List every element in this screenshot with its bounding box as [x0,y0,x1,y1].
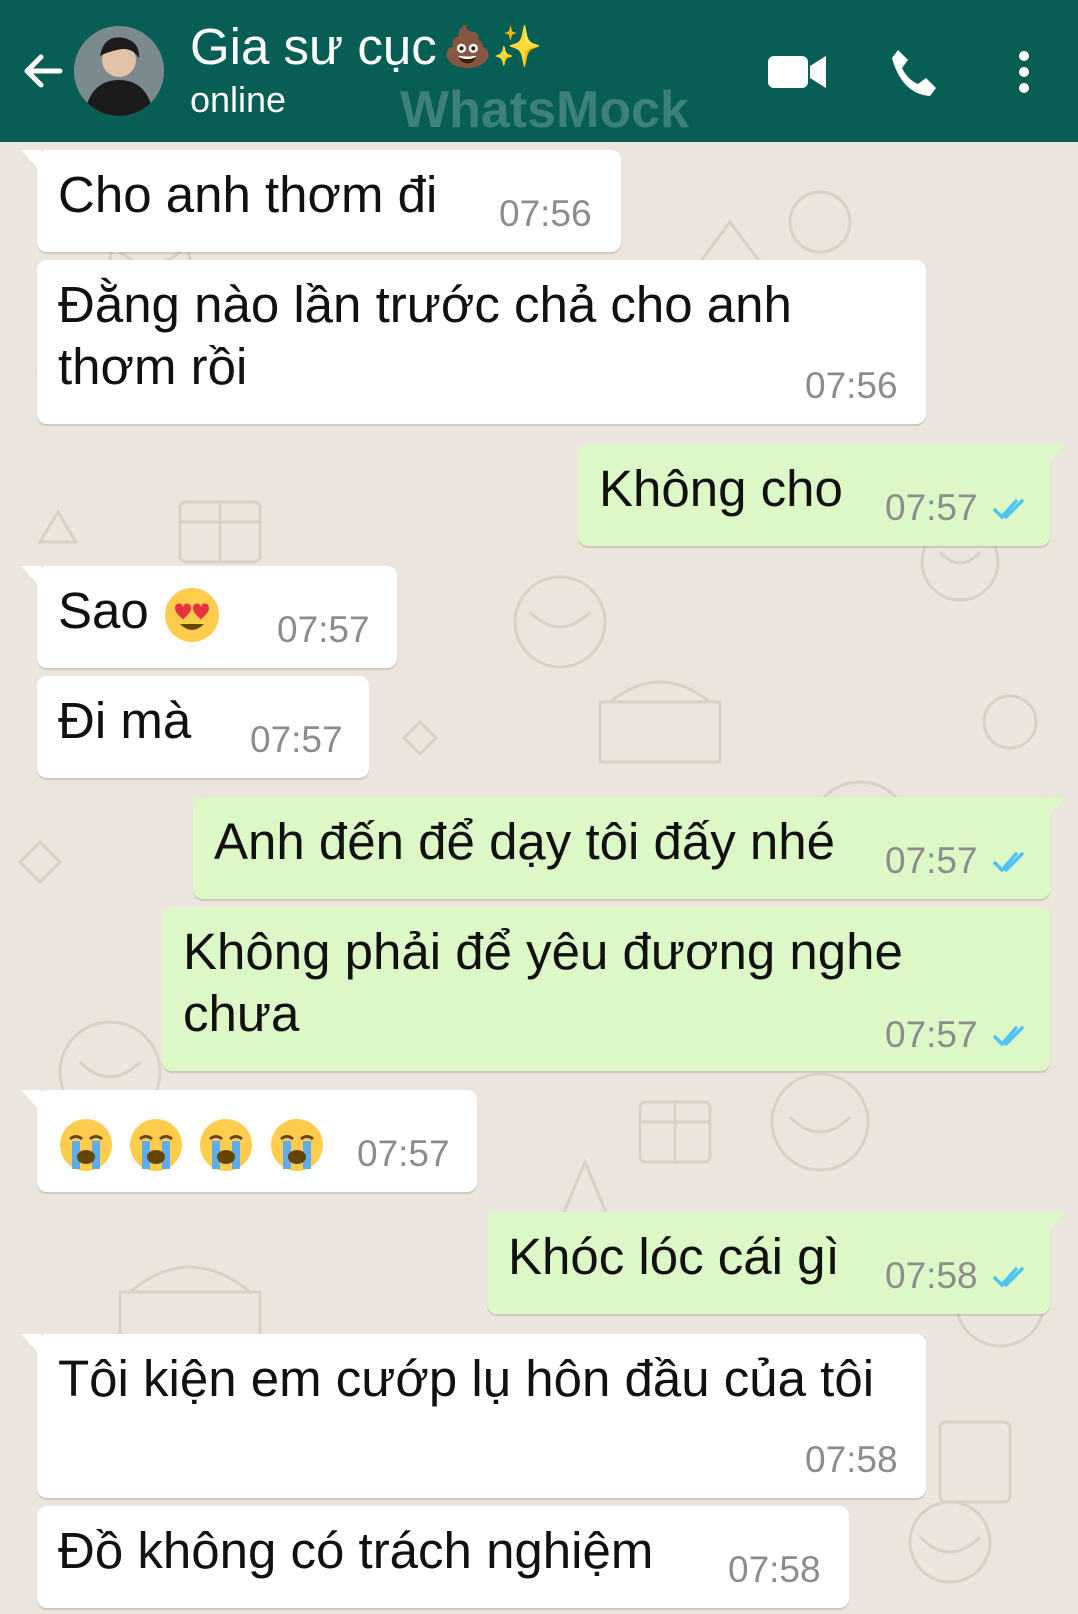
message-time: 07:58 [885,1255,978,1296]
read-ticks-icon [993,1026,1024,1047]
bubble-tail [1046,1212,1066,1234]
avatar[interactable] [74,26,164,116]
message-time: 07:57 [885,1014,978,1055]
message-text: Đồ không có trách nghiệm [58,1522,654,1579]
message-text-line-1: Đằng nào lần trước chả cho anh [58,276,792,333]
watermark: WhatsMock [400,81,689,139]
message-text-line-2: chưa [183,985,300,1042]
message-time: 07:57 [277,609,370,650]
message-outgoing[interactable]: Không cho 07:57 [578,444,1066,546]
message-time: 07:58 [728,1549,821,1590]
title-emoji: 💩✨ [442,24,543,70]
message-time: 07:56 [805,365,898,406]
crying-emoji [200,1118,253,1171]
crying-emoji [60,1118,112,1171]
message-time: 07:58 [805,1439,898,1480]
avatar-photo [74,26,164,116]
message-time: 07:57 [357,1133,450,1174]
video-call-icon[interactable] [766,44,830,100]
bubble-tail [21,1334,41,1356]
read-ticks-icon [993,499,1024,520]
message-text: Cho anh thơm đi [58,166,438,223]
contact-name: Gia sư cục 💩✨ [190,18,543,75]
message-outgoing[interactable]: Khóc lóc cái gì 07:58 [487,1212,1066,1314]
message-time: 07:57 [885,840,978,881]
bubble-tail [21,150,41,172]
message-time: 07:57 [885,487,978,528]
heart-eyes-emoji [164,587,219,642]
bubble-tail [21,566,41,588]
crying-emoji [270,1118,323,1171]
message-time: 07:56 [499,193,592,234]
more-vert-icon[interactable] [1010,44,1038,100]
message-text: Đi mà [58,692,192,749]
message-text-line-2: thơm rồi [58,338,248,395]
message-incoming[interactable]: Đi mà 07:57 [37,676,369,778]
message-time: 07:57 [250,719,343,760]
message-outgoing[interactable]: Anh đến để dạy tôi đấy nhé 07:57 [193,797,1066,899]
message-incoming[interactable]: 07:57 [21,1090,477,1192]
read-ticks-icon [993,852,1024,873]
bubble-tail [1046,444,1066,466]
message-incoming[interactable]: Sao 07:57 [21,566,397,668]
phone-icon[interactable] [884,44,940,100]
message-incoming[interactable]: Đồ không có trách nghiệm 07:58 [37,1506,849,1608]
message-incoming[interactable]: Đằng nào lần trước chả cho anh thơm rồi … [37,260,926,424]
message-text: Khóc lóc cái gì [508,1228,840,1285]
message-outgoing[interactable]: Không phải để yêu đương nghe chưa 07:57 [162,907,1050,1071]
back-arrow-icon[interactable] [20,48,66,94]
read-ticks-icon [993,1267,1024,1288]
chat-header: Gia sư cục 💩✨ online WhatsMock [0,0,1078,142]
crying-emoji [130,1118,183,1171]
message-incoming[interactable]: Cho anh thơm đi 07:56 [21,150,621,252]
message-text: Không cho [599,460,843,517]
message-text: Sao [58,580,221,644]
bubble-tail [1046,797,1066,819]
message-text: Tôi kiện em cướp lụ hôn đầu của tôi [58,1350,875,1407]
crying-emoji-row [58,1110,325,1173]
message-text-line-1: Không phải để yêu đương nghe [183,923,903,980]
bubble-tail [21,1090,41,1112]
message-text: Anh đến để dạy tôi đấy nhé [214,813,835,870]
message-incoming[interactable]: Tôi kiện em cướp lụ hôn đầu của tôi 07:5… [21,1334,926,1498]
